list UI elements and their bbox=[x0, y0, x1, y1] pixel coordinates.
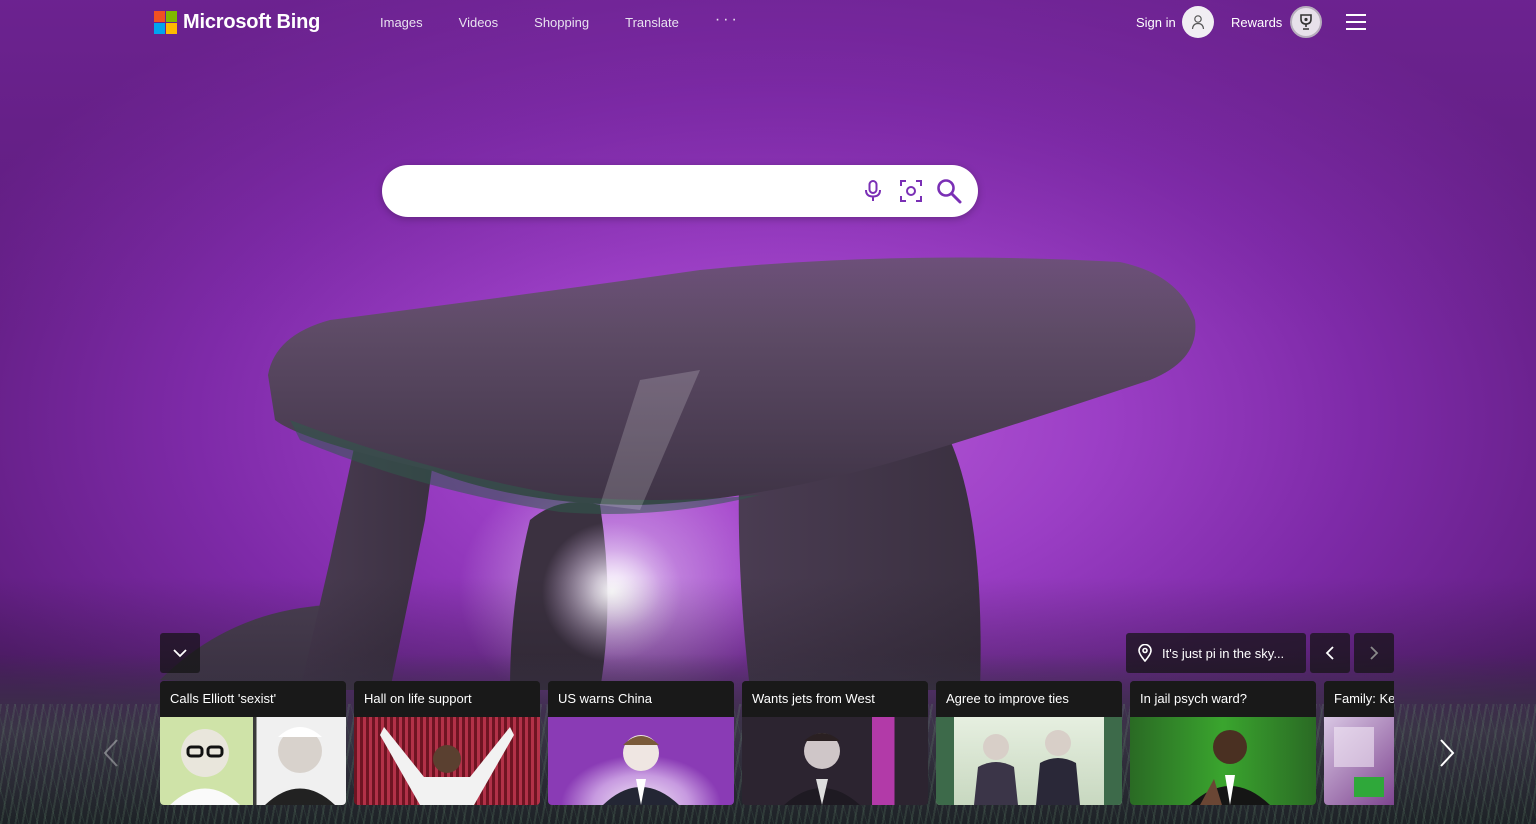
sign-in-label: Sign in bbox=[1136, 14, 1176, 30]
chevron-right-icon bbox=[1370, 646, 1379, 660]
news-card[interactable]: In jail psych ward? bbox=[1130, 681, 1316, 805]
visual-search-icon[interactable] bbox=[898, 178, 924, 204]
chevron-down-icon bbox=[173, 649, 187, 658]
search-input[interactable] bbox=[402, 175, 862, 207]
news-thumbnail bbox=[1130, 717, 1316, 805]
header: Microsoft Bing Images Videos Shopping Tr… bbox=[0, 0, 1536, 46]
news-carousel: Calls Elliott 'sexist' Hall on life supp… bbox=[160, 681, 1394, 805]
news-caption: Calls Elliott 'sexist' bbox=[160, 681, 346, 717]
previous-image-button[interactable] bbox=[1310, 633, 1350, 673]
news-thumbnail bbox=[742, 717, 928, 805]
news-card[interactable]: Calls Elliott 'sexist' bbox=[160, 681, 346, 805]
chevron-left-icon bbox=[103, 739, 118, 767]
search-box bbox=[382, 165, 978, 217]
nav-more-button[interactable]: ··· bbox=[715, 11, 740, 29]
search-icon[interactable] bbox=[936, 178, 962, 204]
nav-videos[interactable]: Videos bbox=[459, 15, 499, 30]
collapse-feed-button[interactable] bbox=[160, 633, 200, 673]
next-image-button[interactable] bbox=[1354, 633, 1394, 673]
news-thumbnail bbox=[160, 717, 346, 805]
news-card[interactable]: Hall on life support bbox=[354, 681, 540, 805]
chevron-right-icon bbox=[1440, 739, 1455, 767]
rewards-label: Rewards bbox=[1231, 14, 1283, 30]
microphone-icon[interactable] bbox=[860, 178, 886, 204]
news-card[interactable]: Wants jets from West bbox=[742, 681, 928, 805]
image-info-button[interactable]: It's just pi in the sky... bbox=[1126, 633, 1306, 673]
avatar-icon bbox=[1181, 6, 1214, 38]
nav-translate[interactable]: Translate bbox=[625, 15, 679, 30]
news-caption: US warns China bbox=[548, 681, 734, 717]
news-caption: Agree to improve ties bbox=[936, 681, 1122, 717]
top-nav: Images Videos Shopping Translate ··· bbox=[380, 11, 740, 31]
bing-logo[interactable]: Microsoft Bing bbox=[154, 10, 320, 34]
news-caption: Family: Ke bbox=[1324, 681, 1394, 717]
rewards-button[interactable]: Rewards bbox=[1231, 6, 1323, 38]
location-pin-icon bbox=[1138, 644, 1152, 662]
logo-text: Microsoft Bing bbox=[183, 10, 321, 33]
news-thumbnail bbox=[354, 717, 540, 805]
news-card[interactable]: Family: Ke bbox=[1324, 681, 1394, 805]
microsoft-logo-icon bbox=[154, 10, 177, 34]
news-thumbnail bbox=[1324, 717, 1394, 805]
hamburger-menu-icon[interactable] bbox=[1344, 12, 1368, 32]
rewards-trophy-icon bbox=[1290, 6, 1323, 38]
sign-in-button[interactable]: Sign in bbox=[1136, 6, 1214, 38]
carousel-prev-button[interactable] bbox=[96, 735, 126, 771]
news-card[interactable]: US warns China bbox=[548, 681, 734, 805]
news-caption: In jail psych ward? bbox=[1130, 681, 1316, 717]
nav-images[interactable]: Images bbox=[380, 15, 423, 30]
carousel-next-button[interactable] bbox=[1432, 735, 1462, 771]
news-card[interactable]: Agree to improve ties bbox=[936, 681, 1122, 805]
news-thumbnail bbox=[548, 717, 734, 805]
chevron-left-icon bbox=[1325, 646, 1334, 660]
nav-shopping[interactable]: Shopping bbox=[534, 15, 589, 30]
news-thumbnail bbox=[936, 717, 1122, 805]
news-caption: Hall on life support bbox=[354, 681, 540, 717]
news-caption: Wants jets from West bbox=[742, 681, 928, 717]
image-info-text: It's just pi in the sky... bbox=[1162, 645, 1285, 661]
